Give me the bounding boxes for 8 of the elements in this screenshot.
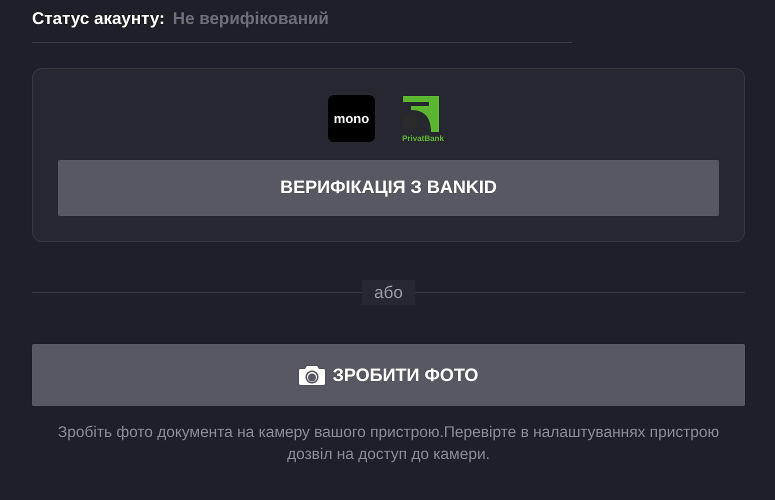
bank-logo: mono <box>328 95 375 142</box>
take-photo-button[interactable]: ЗРОБИТИ ФОТО <box>32 344 745 406</box>
separator-text: або <box>362 280 415 305</box>
hint-text: Зробіть фото документа на камеру вашого пристрою.Перевірте в налаштуваннях пристрою дозвіл на доступ до камери. <box>56 423 720 465</box>
bankid-verify-button[interactable]: ВЕРИФІКАЦІЯ З BANKID <box>58 160 719 216</box>
status-value: Не верифікований <box>172 8 329 30</box>
status-label: Статус акаунту: <box>32 8 165 30</box>
camera-icon <box>298 364 325 386</box>
